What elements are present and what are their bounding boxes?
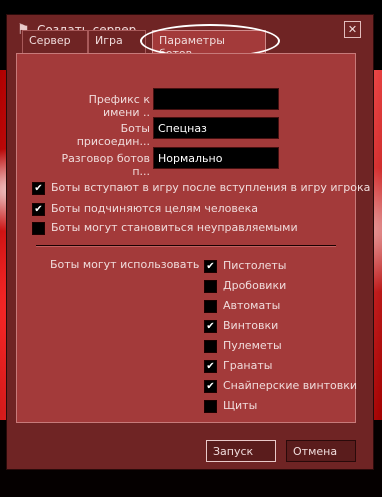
checkbox-checked[interactable]: ✔: [204, 319, 217, 333]
weapon-snipers[interactable]: ✔ Снайперские винтовки: [204, 379, 357, 393]
weapon-label: Снайперские винтовки: [223, 379, 358, 392]
weapon-shotguns[interactable]: Дробовики: [204, 279, 286, 293]
weapon-grenades[interactable]: ✔ Гранаты: [204, 359, 272, 373]
weapon-rifles[interactable]: ✔ Винтовки: [204, 319, 278, 333]
checkbox-checked[interactable]: ✔: [204, 259, 217, 273]
checkbox-unchecked[interactable]: [204, 399, 217, 413]
checkbox-checked[interactable]: ✔: [32, 202, 45, 216]
close-button[interactable]: ✕: [344, 21, 361, 38]
chat-label: Разговор ботов п...: [61, 152, 150, 178]
weapon-label: Винтовки: [223, 319, 279, 332]
weapon-label: Пулеметы: [223, 339, 282, 352]
cancel-button[interactable]: Отмена: [286, 440, 356, 462]
join-label: Боты присоедин...: [76, 122, 150, 148]
check-label: Боты могут становиться неуправляемыми: [51, 221, 298, 234]
weapon-machineguns[interactable]: Пулеметы: [204, 339, 282, 353]
weapon-label: Автоматы: [223, 299, 281, 312]
weapon-label: Дробовики: [223, 279, 287, 292]
check-label: Боты подчиняются целям человека: [51, 202, 259, 215]
checkbox-unchecked[interactable]: [204, 339, 217, 353]
checkbox-checked[interactable]: ✔: [32, 181, 45, 195]
tab-server[interactable]: Сервер: [22, 30, 88, 54]
join-select[interactable]: Спецназ: [153, 117, 279, 139]
weapon-smgs[interactable]: Автоматы: [204, 299, 280, 313]
check-join-after-player[interactable]: ✔ Боты вступают в игру после вступления в…: [32, 181, 370, 195]
checkbox-unchecked[interactable]: [32, 221, 45, 235]
weapon-label: Гранаты: [223, 359, 273, 372]
check-follow-human-goals[interactable]: ✔ Боты подчиняются целям человека: [32, 202, 258, 216]
check-uncontrollable[interactable]: Боты могут становиться неуправляемыми: [32, 221, 298, 235]
checkbox-unchecked[interactable]: [204, 279, 217, 293]
chat-select[interactable]: Нормально: [153, 147, 279, 169]
section-divider: [36, 245, 336, 246]
tab-game[interactable]: Игра: [88, 30, 146, 54]
weapon-pistols[interactable]: ✔ Пистолеты: [204, 259, 287, 273]
weapon-shields[interactable]: Щиты: [204, 399, 257, 413]
weapon-label: Щиты: [223, 399, 258, 412]
checkbox-checked[interactable]: ✔: [204, 379, 217, 393]
check-label: Боты вступают в игру после вступления в …: [51, 181, 371, 194]
weapon-label: Пистолеты: [223, 259, 287, 272]
prefix-label: Префикс к имени ..: [88, 93, 150, 119]
start-button[interactable]: Запуск: [206, 440, 276, 462]
checkbox-unchecked[interactable]: [204, 299, 217, 313]
checkbox-checked[interactable]: ✔: [204, 359, 217, 373]
prefix-input[interactable]: [153, 88, 279, 110]
weapons-label: Боты могут использовать: [50, 258, 200, 271]
